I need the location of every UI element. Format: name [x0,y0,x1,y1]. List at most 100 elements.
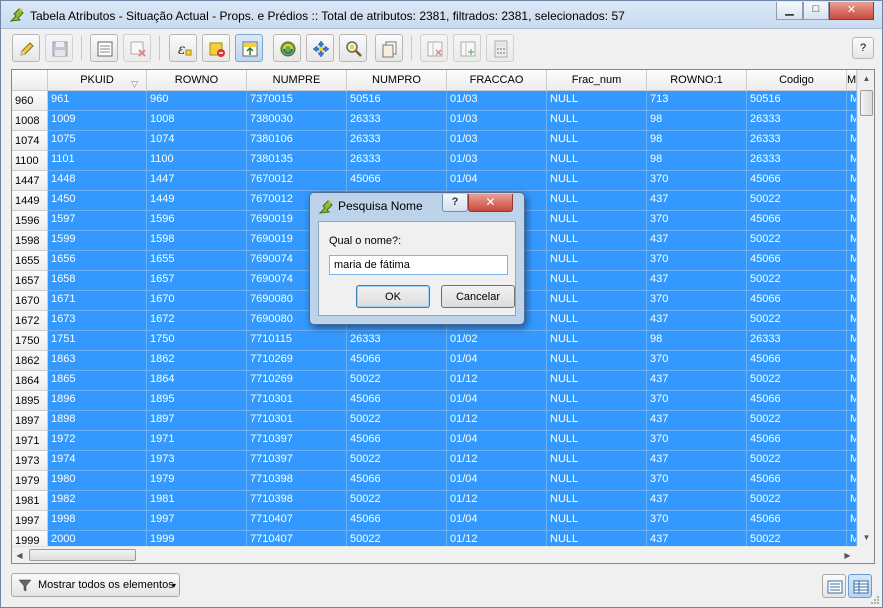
row-header[interactable]: 1008 [12,111,48,131]
table-view-button[interactable] [848,574,872,598]
table-cell[interactable]: 01/04 [447,511,547,531]
table-cell[interactable]: 370 [647,391,747,411]
row-header[interactable]: 1979 [12,471,48,491]
table-cell[interactable]: NULL [547,111,647,131]
delete-column-button[interactable] [420,34,448,62]
table-cell[interactable]: 1599 [48,231,147,251]
table-cell[interactable]: 01/12 [447,491,547,511]
table-cell[interactable]: 01/12 [447,371,547,391]
row-header[interactable]: 960 [12,91,48,111]
table-cell[interactable]: NULL [547,211,647,231]
table-cell[interactable]: 370 [647,471,747,491]
row-header[interactable]: 1750 [12,331,48,351]
column-header[interactable]: ROWNO [147,70,247,91]
table-cell[interactable]: NULL [547,291,647,311]
column-header[interactable]: Frac_num [547,70,647,91]
table-cell[interactable]: 26333 [347,151,447,171]
table-cell[interactable]: 50022 [347,451,447,471]
scroll-right-icon[interactable]: ▶ [840,548,855,563]
table-cell[interactable]: 370 [647,511,747,531]
scroll-up-icon[interactable]: ▲ [859,70,874,87]
title-bar[interactable]: Tabela Atributos - Situação Actual - Pro… [1,1,882,29]
dialog-close-button[interactable]: ✕ [468,194,513,212]
table-cell[interactable]: 1671 [48,291,147,311]
table-cell[interactable]: 01/03 [447,111,547,131]
table-corner-button[interactable] [12,70,48,91]
column-header[interactable]: PKUID ▽ [48,70,147,91]
table-cell[interactable]: 1670 [147,291,247,311]
resize-grip-icon[interactable] [870,595,880,605]
table-cell[interactable]: 1998 [48,511,147,531]
table-cell[interactable]: NULL [547,391,647,411]
table-cell[interactable]: 50022 [747,411,847,431]
form-view-button[interactable] [822,574,846,598]
table-cell[interactable]: NULL [547,491,647,511]
table-cell[interactable]: 98 [647,111,747,131]
table-cell[interactable]: 45066 [347,471,447,491]
table-cell[interactable]: M [847,491,857,511]
table-cell[interactable]: 1597 [48,211,147,231]
row-header[interactable]: 1973 [12,451,48,471]
table-cell[interactable]: M [847,511,857,531]
table-cell[interactable]: 45066 [347,431,447,451]
row-header[interactable]: 1895 [12,391,48,411]
minimize-button[interactable]: ▁ [776,2,803,20]
table-cell[interactable]: 01/04 [447,351,547,371]
table-cell[interactable]: M [847,451,857,471]
table-cell[interactable]: 437 [647,311,747,331]
table-cell[interactable]: 1973 [147,451,247,471]
table-cell[interactable]: 437 [647,411,747,431]
table-cell[interactable]: M [847,371,857,391]
table-cell[interactable]: 01/04 [447,391,547,411]
table-cell[interactable]: 1862 [147,351,247,371]
table-cell[interactable]: 45066 [747,431,847,451]
name-input[interactable] [329,255,508,275]
table-cell[interactable]: 26333 [747,111,847,131]
table-cell[interactable]: 1972 [48,431,147,451]
unselect-all-button[interactable] [202,34,230,62]
horizontal-scrollbar[interactable]: ◀ ▶ [12,546,857,563]
table-cell[interactable]: 7370015 [247,91,347,111]
table-cell[interactable]: 1982 [48,491,147,511]
column-header[interactable]: FRACCAO [447,70,547,91]
table-cell[interactable]: 01/03 [447,131,547,151]
toggle-editing-button[interactable] [12,34,40,62]
table-cell[interactable]: 1448 [48,171,147,191]
row-header[interactable]: 1672 [12,311,48,331]
new-attribute-button[interactable] [90,34,118,62]
table-cell[interactable]: NULL [547,171,647,191]
scroll-left-icon[interactable]: ◀ [12,548,27,563]
table-cell[interactable]: 45066 [747,511,847,531]
table-cell[interactable]: 1450 [48,191,147,211]
table-cell[interactable]: 1658 [48,271,147,291]
table-cell[interactable]: 7710301 [247,411,347,431]
table-cell[interactable]: NULL [547,411,647,431]
table-cell[interactable]: NULL [547,351,647,371]
table-cell[interactable]: 50022 [747,371,847,391]
table-cell[interactable]: M [847,291,857,311]
column-header[interactable]: M [847,70,857,91]
table-cell[interactable]: 7710398 [247,491,347,511]
table-cell[interactable]: 50022 [747,311,847,331]
table-cell[interactable]: M [847,211,857,231]
table-cell[interactable]: 961 [48,91,147,111]
table-cell[interactable]: M [847,471,857,491]
column-header[interactable]: NUMPRO [347,70,447,91]
table-cell[interactable]: 45066 [747,171,847,191]
table-cell[interactable]: M [847,411,857,431]
row-header[interactable]: 1971 [12,431,48,451]
table-cell[interactable]: M [847,331,857,351]
column-header[interactable]: NUMPRE [247,70,347,91]
table-cell[interactable]: M [847,231,857,251]
table-cell[interactable]: 1656 [48,251,147,271]
table-cell[interactable]: 1896 [48,391,147,411]
table-cell[interactable]: 98 [647,131,747,151]
table-cell[interactable]: 26333 [747,331,847,351]
select-by-expression-button[interactable]: ε [169,34,197,62]
column-header[interactable]: Codigo [747,70,847,91]
delete-attribute-button[interactable] [123,34,151,62]
table-cell[interactable]: 1100 [147,151,247,171]
table-cell[interactable]: 1979 [147,471,247,491]
table-cell[interactable]: 7710269 [247,371,347,391]
table-cell[interactable]: M [847,171,857,191]
